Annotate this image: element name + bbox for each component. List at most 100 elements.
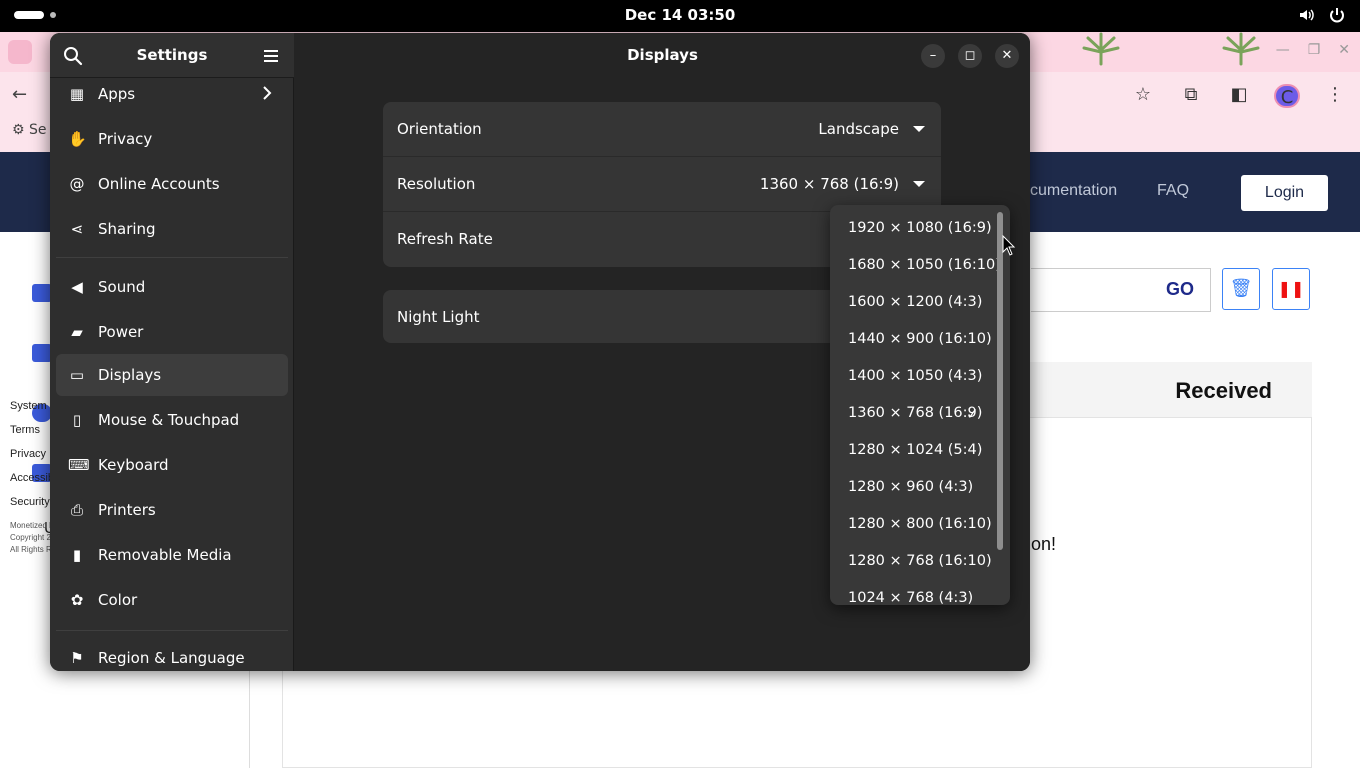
resolution-option-label: 1280 × 768 (16:10): [848, 553, 992, 569]
browser-window-controls: — ❐ ✕: [1276, 42, 1350, 58]
checkmark-icon: ✓: [966, 405, 979, 423]
resolution-option[interactable]: 1600 × 1200 (4:3): [830, 285, 1002, 322]
sidebar-separator: [56, 257, 288, 258]
settings-sidebar: Settings ▦ Apps ✋ Privacy @ Online Accou…: [50, 33, 294, 671]
resolution-row[interactable]: Resolution 1360 × 768 (16:9): [383, 157, 941, 212]
page-title: Displays: [627, 46, 698, 64]
sidebar-item-color[interactable]: ✿ Color: [56, 579, 288, 621]
sidebar-item-sound[interactable]: ◀ Sound: [56, 266, 288, 308]
sidepanel-icon[interactable]: ◧: [1226, 84, 1252, 108]
clock[interactable]: Dec 14 03:50: [0, 6, 1360, 24]
resolution-option-label: 1400 × 1050 (4:3): [848, 368, 983, 384]
sidebar-item-printers[interactable]: ⎙ Printers: [56, 489, 288, 531]
close-icon[interactable]: ✕: [995, 44, 1019, 68]
sidebar-item-region-language[interactable]: ⚑ Region & Language: [56, 637, 288, 671]
extensions-icon[interactable]: ⧉: [1178, 84, 1204, 108]
browser-minimize-icon[interactable]: —: [1276, 42, 1290, 58]
mail-icon[interactable]: [32, 284, 52, 302]
orientation-row[interactable]: Orientation Landscape: [383, 102, 941, 157]
go-button[interactable]: GO: [1166, 279, 1194, 300]
orientation-label: Orientation: [397, 120, 482, 138]
back-arrow-icon[interactable]: ←: [12, 84, 27, 105]
kebab-menu-icon[interactable]: ⋮: [1322, 84, 1348, 108]
hamburger-menu-icon[interactable]: [260, 45, 282, 67]
sidebar-item-label: Keyboard: [98, 456, 169, 474]
resolution-option[interactable]: 1680 × 1050 (16:10): [830, 248, 1002, 285]
sidebar-item-label: Region & Language: [98, 649, 245, 667]
sidebar-item-power[interactable]: ▰ Power: [56, 311, 288, 353]
sidebar-item-label: Printers: [98, 501, 156, 519]
resolution-option[interactable]: 1024 × 768 (4:3): [830, 581, 1002, 605]
bookmark-settings-icon[interactable]: ⚙ Se: [12, 122, 47, 138]
night-light-label: Night Light: [397, 308, 480, 326]
pause-button[interactable]: ❚❚: [1272, 268, 1310, 310]
resolution-value[interactable]: 1360 × 768 (16:9): [760, 175, 899, 193]
system-tray[interactable]: [1298, 6, 1346, 24]
resolution-dropdown[interactable]: 1920 × 1080 (16:9) 1680 × 1050 (16:10) 1…: [830, 205, 1010, 605]
dropdown-arrow-icon[interactable]: [913, 126, 925, 132]
resolution-option-label: 1440 × 900 (16:10): [848, 331, 992, 347]
resolution-option[interactable]: 1400 × 1050 (4:3): [830, 359, 1002, 396]
resolution-option-label: 1280 × 800 (16:10): [848, 516, 992, 532]
email-address-field[interactable]: GO: [1031, 268, 1211, 312]
resolution-option-selected[interactable]: 1360 × 768 (16:9) ✓: [830, 396, 1002, 433]
chevron-right-icon: [263, 86, 272, 100]
profile-avatar[interactable]: C: [1274, 84, 1300, 108]
nav-faq[interactable]: FAQ: [1157, 182, 1189, 200]
trash-button[interactable]: 🗑: [1222, 268, 1260, 310]
keyboard-icon: ⌨: [68, 456, 90, 474]
dropdown-scrollbar[interactable]: [997, 212, 1003, 550]
resolution-option[interactable]: 1280 × 768 (16:10): [830, 544, 1002, 581]
tab-search-button[interactable]: [8, 40, 32, 64]
sidebar-item-mouse-touchpad[interactable]: ▯ Mouse & Touchpad: [56, 399, 288, 441]
nav-documentation[interactable]: cumentation: [1030, 182, 1117, 200]
sidebar-item-sharing[interactable]: ⋖ Sharing: [56, 208, 288, 250]
volume-icon[interactable]: [1298, 6, 1316, 24]
resolution-label: Resolution: [397, 175, 476, 193]
sidebar-item-online-accounts[interactable]: @ Online Accounts: [56, 163, 288, 205]
resolution-option[interactable]: 1440 × 900 (16:10): [830, 322, 1002, 359]
printer-icon: ⎙: [70, 501, 83, 519]
bookmark-label[interactable]: Se: [29, 122, 47, 138]
login-button[interactable]: Login: [1241, 175, 1328, 211]
sidebar-item-label: Privacy: [98, 130, 153, 148]
resolution-option[interactable]: 1280 × 800 (16:10): [830, 507, 1002, 544]
sidebar-item-removable-media[interactable]: ▮ Removable Media: [56, 534, 288, 576]
power-icon[interactable]: [1328, 6, 1346, 24]
leaf-decoration: [1222, 32, 1260, 66]
browser-close-icon[interactable]: ✕: [1338, 42, 1350, 58]
sidebar-item-keyboard[interactable]: ⌨ Keyboard: [56, 444, 288, 486]
chat-icon[interactable]: [32, 344, 52, 362]
resolution-option-label: 1600 × 1200 (4:3): [848, 294, 983, 310]
browser-restore-icon[interactable]: ❐: [1308, 42, 1321, 58]
sidebar-item-label: Color: [98, 591, 138, 609]
sidebar-item-label: Apps: [98, 85, 136, 103]
sidebar-item-label: Power: [98, 323, 144, 341]
sidebar-item-displays[interactable]: ▭ Displays: [56, 354, 288, 396]
resolution-option-label: 1280 × 960 (4:3): [848, 479, 974, 495]
resolution-option-label: 1920 × 1080 (16:9): [848, 220, 992, 236]
dropdown-arrow-icon[interactable]: [913, 181, 925, 187]
monitor-icon: ▭: [69, 366, 85, 384]
sidebar-separator: [56, 630, 288, 631]
color-icon: ✿: [70, 591, 84, 609]
top-bar: Dec 14 03:50: [0, 0, 1360, 32]
minimize-icon[interactable]: –: [921, 44, 945, 68]
sidebar-item-label: Online Accounts: [98, 175, 220, 193]
flag-icon: ⚑: [70, 649, 84, 667]
sidebar-item-label: Sound: [98, 278, 146, 296]
orientation-value[interactable]: Landscape: [818, 120, 899, 138]
sidebar-item-privacy[interactable]: ✋ Privacy: [56, 118, 288, 160]
mouse-icon: ▯: [72, 411, 82, 429]
apps-icon: ▦: [69, 85, 85, 103]
sidebar-item-apps[interactable]: ▦ Apps: [56, 73, 288, 115]
toolbar-icons: ☆ ⧉ ◧ C ⋮: [1130, 84, 1348, 108]
resolution-option[interactable]: 1280 × 1024 (5:4): [830, 433, 1002, 470]
resolution-option[interactable]: 1280 × 960 (4:3): [830, 470, 1002, 507]
resolution-option-label: 1360 × 768 (16:9): [848, 405, 983, 421]
resolution-option[interactable]: 1920 × 1080 (16:9): [830, 211, 1002, 248]
battery-icon: ▰: [71, 323, 83, 341]
star-icon[interactable]: ☆: [1130, 84, 1156, 108]
maximize-icon[interactable]: ◻: [958, 44, 982, 68]
sidebar-item-label: Mouse & Touchpad: [98, 411, 240, 429]
